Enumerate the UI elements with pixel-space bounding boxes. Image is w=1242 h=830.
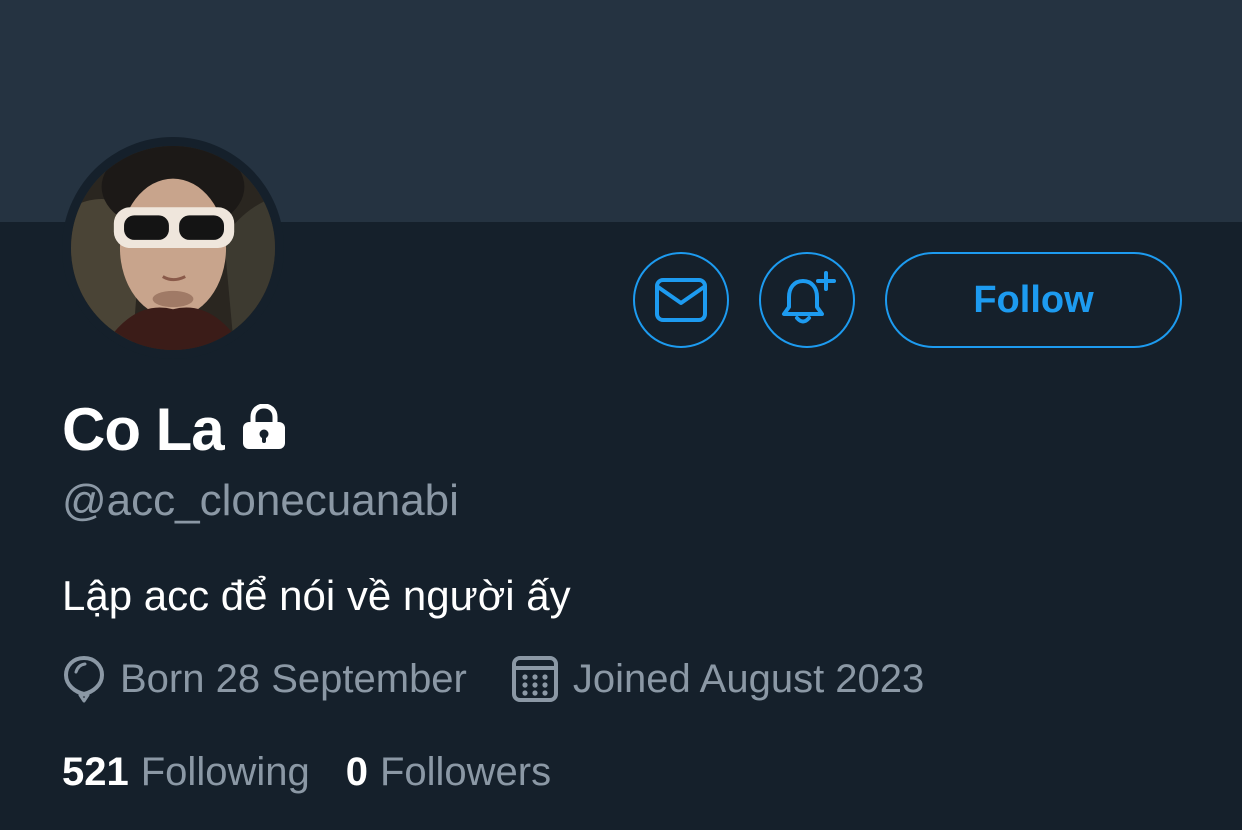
joined-text: Joined August 2023 bbox=[572, 656, 925, 701]
user-handle: @acc_clonecuanabi bbox=[62, 476, 459, 525]
profile-meta: Born 28 September Joined August 2023 bbox=[62, 650, 924, 708]
name-row: Co La bbox=[62, 390, 288, 468]
avatar-photo bbox=[71, 146, 275, 350]
profile-page: Follow Co La @acc_clonecuanabi Lập acc đ… bbox=[0, 0, 1242, 830]
joined-item: Joined August 2023 bbox=[511, 655, 924, 703]
follow-button-label: Follow bbox=[973, 278, 1094, 321]
notify-button[interactable] bbox=[759, 252, 855, 348]
bell-plus-icon bbox=[776, 269, 838, 331]
followers-label: Followers bbox=[379, 749, 552, 794]
profile-stats: 521 Following 0 Followers bbox=[62, 744, 551, 800]
followers-link[interactable]: 0 Followers bbox=[346, 750, 551, 795]
avatar[interactable] bbox=[62, 137, 284, 359]
follow-button[interactable]: Follow bbox=[885, 252, 1182, 348]
envelope-icon bbox=[654, 277, 708, 323]
birthday-text: Born 28 September bbox=[120, 656, 467, 701]
birthday-item: Born 28 September bbox=[62, 654, 467, 704]
message-button[interactable] bbox=[633, 252, 729, 348]
following-label: Following bbox=[140, 749, 310, 794]
following-link[interactable]: 521 Following bbox=[62, 750, 310, 795]
profile-bio: Lập acc để nói về người ấy bbox=[62, 572, 571, 619]
followers-count: 0 bbox=[345, 749, 368, 794]
following-count: 521 bbox=[62, 749, 129, 794]
display-name: Co La bbox=[62, 395, 225, 463]
calendar-icon bbox=[511, 655, 573, 703]
lock-icon bbox=[240, 402, 288, 455]
balloon-icon bbox=[62, 654, 120, 704]
